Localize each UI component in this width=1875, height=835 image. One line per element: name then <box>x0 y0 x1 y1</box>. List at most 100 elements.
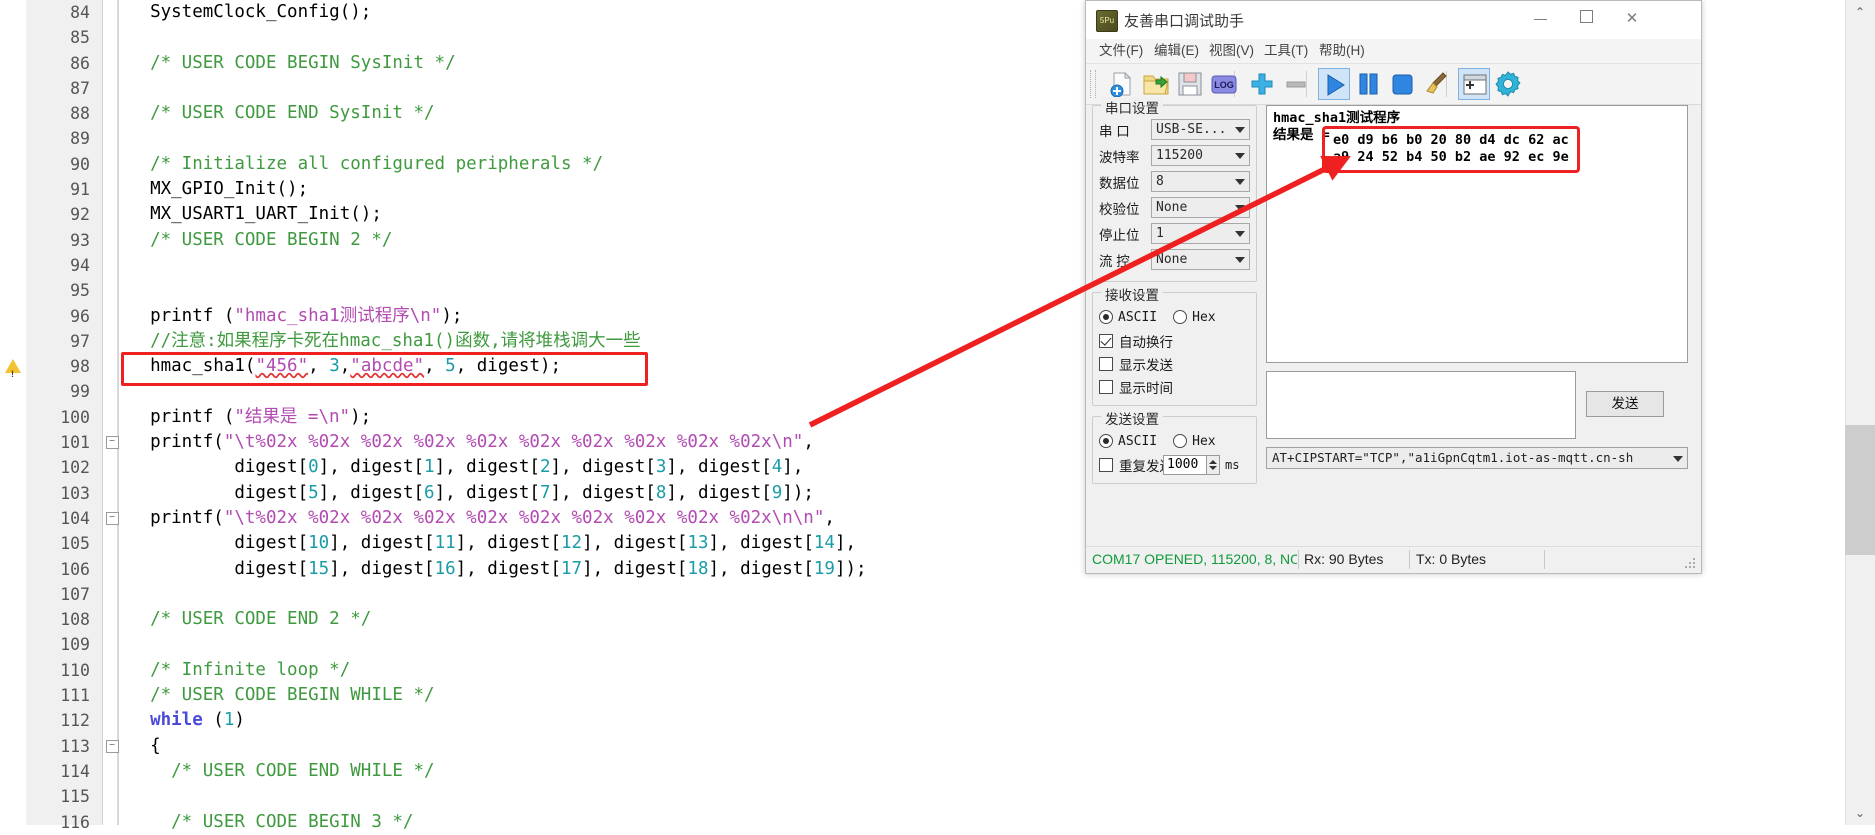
code-line[interactable]: 111 /* USER CODE BEGIN WHILE */ <box>0 683 1820 708</box>
flowcontrol-select[interactable]: None <box>1151 249 1250 270</box>
fold-collapse-icon[interactable]: − <box>104 734 120 759</box>
show-time-row[interactable]: 显示时间 <box>1099 375 1250 398</box>
databits-select[interactable]: 8 <box>1151 171 1250 192</box>
receive-format-row[interactable]: ASCII Hex <box>1099 305 1250 329</box>
stopbits-select[interactable]: 1 <box>1151 223 1250 244</box>
send-format-row[interactable]: ASCII Hex <box>1099 429 1250 453</box>
pause-icon[interactable] <box>1352 68 1384 100</box>
broom-clear-icon[interactable] <box>1420 68 1452 100</box>
chevron-down-icon[interactable] <box>1673 456 1683 462</box>
log-icon[interactable]: LOG <box>1208 68 1240 100</box>
chevron-down-icon[interactable] <box>1235 127 1245 133</box>
chevron-down-icon[interactable] <box>1235 179 1245 185</box>
fold-collapse-icon[interactable]: − <box>104 430 120 455</box>
port-select[interactable]: USB-SE... <box>1151 119 1250 140</box>
receive-textarea[interactable]: hmac_sha1测试程序 结果是 = e0 d9 b6 b0 20 80 d4… <box>1266 105 1688 363</box>
status-tx-bytes: Tx: 0 Bytes <box>1416 551 1487 567</box>
port-select-row[interactable]: 串 口 USB-SE... <box>1099 118 1250 141</box>
scrollbar-thumb[interactable] <box>1845 425 1875 555</box>
repeat-send-checkbox[interactable] <box>1099 457 1113 472</box>
code-line[interactable]: 112 while (1) <box>0 708 1820 733</box>
open-folder-icon[interactable] <box>1140 68 1172 100</box>
line-number: 100 <box>60 407 90 427</box>
code-line[interactable]: 114 /* USER CODE END WHILE */ <box>0 759 1820 784</box>
send-textarea[interactable] <box>1266 371 1576 439</box>
baudrate-select[interactable]: 115200 <box>1151 145 1250 166</box>
chevron-down-icon[interactable] <box>1235 153 1245 159</box>
auto-wrap-checkbox[interactable] <box>1099 333 1113 348</box>
databits-select-row[interactable]: 数据位 8 <box>1099 170 1250 193</box>
interval-input[interactable]: 1000 <box>1163 454 1207 475</box>
remove-icon[interactable] <box>1280 68 1312 100</box>
code-text: /* USER CODE BEGIN 2 */ <box>129 229 393 250</box>
code-line[interactable]: 115 <box>0 784 1820 809</box>
add-icon[interactable] <box>1246 68 1278 100</box>
play-icon[interactable] <box>1318 68 1350 100</box>
at-command-combo[interactable]: AT+CIPSTART="TCP","a1iGpnCqtm1.iot-as-mq… <box>1266 447 1688 469</box>
show-send-checkbox[interactable] <box>1099 356 1113 371</box>
chevron-down-icon[interactable] <box>1235 205 1245 211</box>
port-settings-title: 串口设置 <box>1101 97 1163 117</box>
new-file-icon[interactable] <box>1106 68 1138 100</box>
chevron-down-icon[interactable] <box>1235 231 1245 237</box>
scroll-up-arrow-icon[interactable]: ⌃ <box>1845 2 1875 22</box>
receive-hex-radio[interactable] <box>1173 310 1188 324</box>
save-icon[interactable] <box>1174 68 1206 100</box>
toolbar[interactable]: LOG <box>1086 63 1701 105</box>
menu-help[interactable]: 帮助(H) <box>1314 41 1370 61</box>
chevron-down-icon[interactable] <box>1235 257 1245 263</box>
auto-wrap-row[interactable]: 自动换行 <box>1099 329 1250 352</box>
flowcontrol-select-value: None <box>1156 252 1188 267</box>
code-line[interactable]: 107 <box>0 582 1820 607</box>
maximize-button[interactable] <box>1563 1 1609 37</box>
code-text: /* USER CODE BEGIN 3 */ <box>129 811 414 832</box>
code-text: /* Initialize all configured peripherals… <box>129 153 604 174</box>
gear-settings-icon[interactable] <box>1492 68 1524 100</box>
code-line[interactable]: 108 /* USER CODE END 2 */ <box>0 607 1820 632</box>
settings-column[interactable]: 串口设置 串 口 USB-SE... 波特率 115200 数据位 8 校验位 None 停止位… <box>1092 97 1257 494</box>
parity-select[interactable]: None <box>1151 197 1250 218</box>
line-number: 113 <box>60 736 90 756</box>
baudrate-select-row[interactable]: 波特率 115200 <box>1099 144 1250 167</box>
code-line[interactable]: 109 <box>0 632 1820 657</box>
code-line[interactable]: 116 /* USER CODE BEGIN 3 */ <box>0 810 1820 835</box>
repeat-send-row[interactable]: 重复发送 1000 ms <box>1099 453 1250 476</box>
hex-line-1: e0 d9 b6 b0 20 80 d4 dc 62 ac <box>1333 132 1569 148</box>
menu-view[interactable]: 视图(V) <box>1204 41 1259 61</box>
send-ascii-radio[interactable] <box>1099 434 1113 448</box>
line-number: 110 <box>60 660 90 680</box>
minimize-button[interactable] <box>1517 1 1563 37</box>
close-button[interactable]: ✕ <box>1609 1 1655 37</box>
resize-grip-icon[interactable] <box>1685 558 1697 570</box>
toolbar-grip[interactable] <box>1090 70 1096 98</box>
fold-collapse-icon[interactable]: − <box>104 506 120 531</box>
send-settings-title: 发送设置 <box>1101 408 1163 428</box>
window-titlebar[interactable]: 5Pu 友善串口调试助手 ✕ <box>1086 1 1701 39</box>
code-line[interactable]: 113− { <box>0 734 1820 759</box>
interval-unit-label: ms <box>1225 457 1240 472</box>
hex-result-highlight-box: e0 d9 b6 b0 20 80 d4 dc 62 ac a9 24 52 b… <box>1322 126 1580 173</box>
interval-stepper[interactable] <box>1207 454 1220 475</box>
menu-file[interactable]: 文件(F) <box>1094 41 1148 61</box>
stopbits-select-row[interactable]: 停止位 1 <box>1099 222 1250 245</box>
line-number: 108 <box>60 610 90 630</box>
menubar[interactable]: 文件(F) 编辑(E) 视图(V) 工具(T) 帮助(H) <box>1086 39 1701 63</box>
scrollbar-track[interactable] <box>1845 0 1875 825</box>
serial-debug-assistant-window[interactable]: 5Pu 友善串口调试助手 ✕ 文件(F) 编辑(E) 视图(V) 工具(T) 帮助(H)… <box>1085 0 1702 574</box>
code-text: while (1) <box>150 710 245 731</box>
parity-select-row[interactable]: 校验位 None <box>1099 196 1250 219</box>
code-line[interactable]: 110 /* Infinite loop */ <box>0 658 1820 683</box>
flowcontrol-select-row[interactable]: 流 控 None <box>1099 248 1250 271</box>
line-number: 97 <box>70 331 90 351</box>
send-button[interactable]: 发送 <box>1586 391 1664 417</box>
scroll-down-arrow-icon[interactable]: ⌄ <box>1845 803 1875 823</box>
show-time-checkbox[interactable] <box>1099 379 1113 394</box>
menu-tools[interactable]: 工具(T) <box>1259 41 1313 61</box>
stop-icon[interactable] <box>1386 68 1418 100</box>
new-window-icon[interactable] <box>1458 68 1490 100</box>
editor-vertical-scrollbar[interactable]: ⌃ ⌄ <box>1820 0 1875 825</box>
receive-ascii-radio[interactable] <box>1099 310 1113 324</box>
send-hex-radio[interactable] <box>1173 434 1188 448</box>
show-send-row[interactable]: 显示发送 <box>1099 352 1250 375</box>
menu-edit[interactable]: 编辑(E) <box>1149 41 1204 61</box>
